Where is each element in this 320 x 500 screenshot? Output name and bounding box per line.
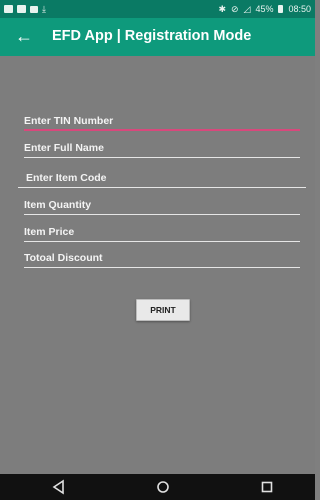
total-discount-underline [24, 267, 300, 268]
item-price-label: Item Price [24, 226, 75, 238]
back-arrow-icon[interactable]: ← [14, 26, 34, 46]
print-button[interactable]: PRINT [136, 299, 190, 321]
recents-square-icon[interactable] [258, 478, 276, 496]
tin-number-underline [24, 129, 300, 131]
form-container: Enter TIN Number Enter Full Name Enter I… [0, 56, 315, 474]
download-icon: ⤓ [42, 4, 46, 14]
tin-number-label: Enter TIN Number [24, 115, 114, 127]
item-quantity-underline [24, 214, 300, 215]
navigation-bar [0, 474, 315, 500]
item-code-field[interactable]: Enter Item Code [18, 164, 306, 188]
lock-icon [30, 5, 38, 13]
battery-icon [278, 5, 284, 13]
clock-time: 08:50 [288, 4, 311, 14]
notification-icon [4, 5, 13, 13]
status-right: ✱ ⊘ ◿ 45% 08:50 [218, 0, 311, 18]
image-icon [17, 5, 26, 13]
tin-number-field[interactable]: Enter TIN Number [24, 107, 300, 131]
item-price-underline [24, 241, 300, 242]
total-discount-field[interactable]: Totoal Discount [24, 244, 300, 268]
total-discount-label: Totoal Discount [24, 252, 103, 264]
full-name-label: Enter Full Name [24, 142, 104, 154]
status-bar: ⤓ ✱ ⊘ ◿ 45% 08:50 [0, 0, 315, 18]
item-code-label: Enter Item Code [26, 172, 107, 184]
full-name-underline [24, 157, 300, 158]
app-title: EFD App | Registration Mode [52, 28, 252, 44]
item-code-underline [18, 187, 306, 188]
app-bar: ← EFD App | Registration Mode [0, 18, 315, 56]
item-quantity-field[interactable]: Item Quantity [24, 191, 300, 215]
status-left-icons: ⤓ [4, 0, 46, 18]
item-price-field[interactable]: Item Price [24, 218, 300, 242]
signal-icon: ◿ [243, 4, 251, 14]
back-triangle-icon[interactable] [50, 478, 68, 496]
battery-level: 45% [255, 4, 274, 14]
alarm-icon: ⊘ [230, 4, 239, 14]
full-name-field[interactable]: Enter Full Name [24, 134, 300, 158]
home-circle-icon[interactable] [154, 478, 172, 496]
bluetooth-icon: ✱ [218, 4, 226, 14]
item-quantity-label: Item Quantity [24, 199, 92, 211]
